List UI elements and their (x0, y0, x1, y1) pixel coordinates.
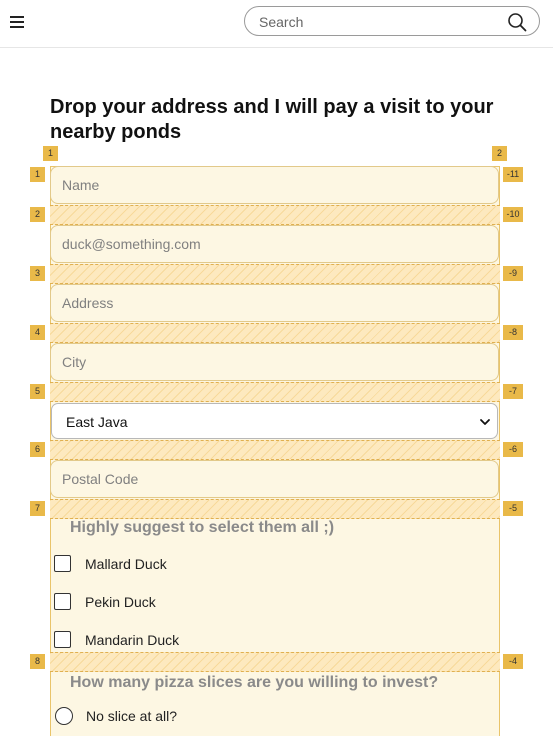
grid-line-tag: 7 (30, 501, 45, 516)
checkbox-label: Pekin Duck (85, 594, 156, 610)
grid-line-tag: 1 (43, 146, 58, 161)
checkbox[interactable] (54, 593, 71, 610)
grid-line-tag: -8 (503, 325, 523, 340)
checkbox[interactable] (54, 631, 71, 648)
grid-line-tag: -4 (503, 654, 523, 669)
radio-button[interactable] (55, 707, 73, 725)
city-input[interactable] (51, 344, 498, 380)
grid-line-tag: 2 (30, 207, 45, 222)
grid-line-tag: -11 (503, 167, 523, 182)
grid-line-tag: 8 (30, 654, 45, 669)
radio-label: No slice at all? (86, 708, 178, 724)
ducks-section-label: Highly suggest to select them all ;) (70, 519, 335, 536)
search-input[interactable] (259, 12, 499, 32)
search-icon[interactable] (507, 12, 527, 32)
address-field[interactable] (50, 284, 499, 322)
grid-line-tag: -9 (503, 266, 523, 281)
page-title: Drop your address and I will pay a visit… (50, 96, 494, 143)
grid-line-tag: -5 (503, 501, 523, 516)
top-bar (0, 0, 553, 48)
province-select-value: East Java (66, 414, 128, 430)
province-select[interactable]: East Java (51, 403, 498, 439)
grid-row-gap (50, 264, 500, 284)
checkbox-label: Mallard Duck (85, 556, 167, 572)
grid-line-tag: -7 (503, 384, 523, 399)
grid-line-tag: 3 (30, 266, 45, 281)
grid-line-tag: 6 (30, 442, 45, 457)
address-input[interactable] (51, 285, 498, 321)
grid-line-tag: 2 (492, 146, 507, 161)
grid-line-tag: 1 (30, 167, 45, 182)
grid-line-tag: 5 (30, 384, 45, 399)
postal-code-input[interactable] (51, 461, 498, 497)
grid-row-gap (50, 652, 500, 672)
grid-line-tag: -6 (503, 442, 523, 457)
grid-row-gap (50, 382, 500, 402)
name-field[interactable] (50, 166, 499, 204)
grid-line-tag: -10 (503, 207, 523, 222)
email-input[interactable] (51, 226, 498, 262)
grid-row-gap (50, 499, 500, 519)
grid-row-gap (50, 323, 500, 343)
chevron-down-icon (480, 419, 490, 425)
grid-line-tag: 4 (30, 325, 45, 340)
email-field[interactable] (50, 225, 499, 263)
checkbox-label: Mandarin Duck (85, 632, 180, 648)
pizza-section-label: How many pizza slices are you willing to… (70, 674, 439, 691)
postal-code-field[interactable] (50, 460, 499, 498)
grid-row-gap (50, 440, 500, 460)
city-field[interactable] (50, 343, 499, 381)
name-input[interactable] (51, 167, 498, 203)
grid-row-gap (50, 205, 500, 225)
hamburger-menu-icon[interactable] (10, 16, 24, 28)
checkbox[interactable] (54, 555, 71, 572)
search-box[interactable] (244, 6, 540, 36)
